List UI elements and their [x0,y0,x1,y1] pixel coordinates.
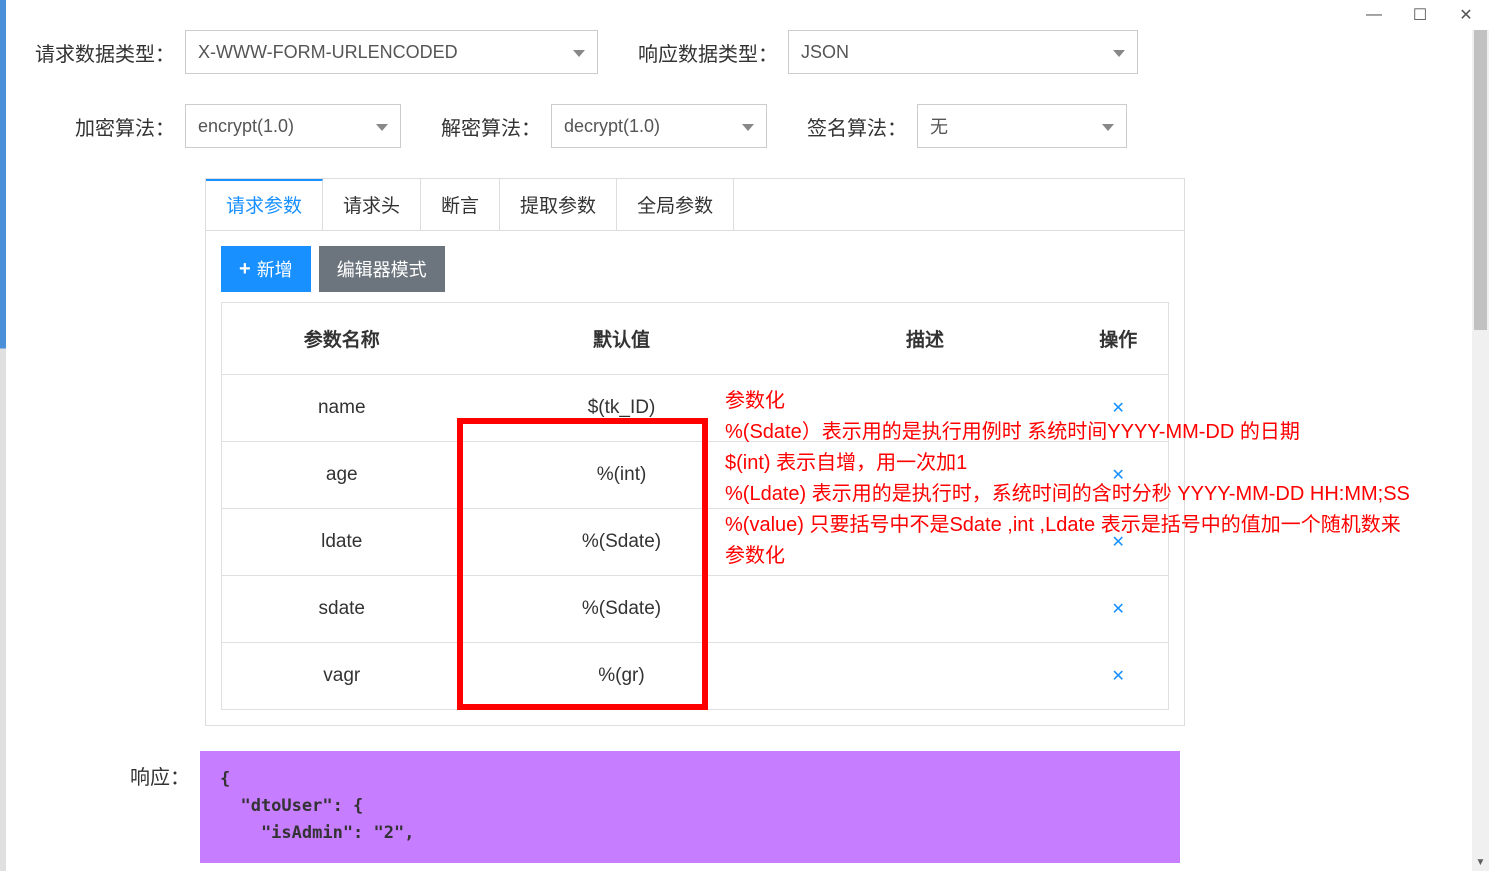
cell-default-value[interactable]: %(gr) [462,643,782,710]
maximize-icon: ☐ [1413,5,1427,25]
cell-default-value[interactable]: %(Sdate) [462,576,782,643]
tab-extract-params[interactable]: 提取参数 [500,179,617,230]
left-edge-decoration [0,0,6,871]
maximize-button[interactable]: ☐ [1397,0,1443,30]
editor-mode-button[interactable]: 编辑器模式 [319,246,445,292]
request-data-type-label: 请求数据类型： [35,38,175,67]
annotation-title: 参数化 [725,386,1415,417]
cell-action: ✕ [1069,643,1169,710]
cell-param-name[interactable]: sdate [222,576,462,643]
scrollbar-down-arrow-icon[interactable]: ▼ [1472,854,1489,871]
cell-param-name[interactable]: vagr [222,643,462,710]
response-data-type-select[interactable]: JSON [788,30,1138,74]
tab-request-headers[interactable]: 请求头 [323,179,421,230]
annotation-line-2: $(int) 表示自增，用一次加1 [725,448,1415,479]
minimize-icon: — [1366,6,1382,24]
sign-label: 签名算法： [807,112,907,141]
request-data-type-value: X-WWW-FORM-URLENCODED [198,42,458,63]
tabs-container: 请求参数 请求头 断言 提取参数 全局参数 [205,178,1185,230]
header-param-name: 参数名称 [222,303,462,375]
table-row: sdate%(Sdate) ✕ [222,576,1169,643]
table-row: vagr%(gr) ✕ [222,643,1169,710]
sign-value: 无 [930,113,948,139]
minimize-button[interactable]: — [1351,0,1397,30]
add-button-label: 新增 [257,256,293,282]
header-action: 操作 [1069,303,1169,375]
encrypt-value: encrypt(1.0) [198,116,294,137]
encrypt-label: 加密算法： [75,112,175,141]
add-button[interactable]: + 新增 [221,246,311,292]
window-titlebar: — ☐ ✕ [1351,0,1489,30]
editor-mode-label: 编辑器模式 [337,256,427,282]
annotation-line-1: %(Sdate）表示用的是执行用例时 系统时间YYYY-MM-DD 的日期 [725,417,1415,448]
close-button[interactable]: ✕ [1443,0,1489,30]
header-default-value: 默认值 [462,303,782,375]
cell-description[interactable] [782,643,1069,710]
response-data-type-label: 响应数据类型： [638,38,778,67]
decrypt-label: 解密算法： [441,112,541,141]
cell-param-name[interactable]: name [222,375,462,442]
decrypt-select[interactable]: decrypt(1.0) [551,104,767,148]
cell-description[interactable] [782,576,1069,643]
vertical-scrollbar[interactable]: ▲ ▼ [1472,30,1489,871]
encrypt-select[interactable]: encrypt(1.0) [185,104,401,148]
cell-param-name[interactable]: age [222,442,462,509]
scrollbar-thumb[interactable] [1474,30,1487,330]
response-body: { "dtoUser": { "isAdmin": "2", [200,751,1180,863]
tab-request-params[interactable]: 请求参数 [206,179,323,230]
cell-action: ✕ [1069,576,1169,643]
annotation-text: 参数化 %(Sdate）表示用的是执行用例时 系统时间YYYY-MM-DD 的日… [725,386,1415,572]
tab-assertions[interactable]: 断言 [421,179,500,230]
request-data-type-select[interactable]: X-WWW-FORM-URLENCODED [185,30,598,74]
sign-select[interactable]: 无 [917,104,1127,148]
cell-param-name[interactable]: ldate [222,509,462,576]
delete-row-icon[interactable]: ✕ [1112,668,1125,685]
header-description: 描述 [782,303,1069,375]
response-label: 响应： [130,751,190,863]
annotation-line-3: %(Ldate) 表示用的是执行时，系统时间的含时分秒 YYYY-MM-DD H… [725,479,1415,510]
delete-row-icon[interactable]: ✕ [1112,601,1125,618]
tab-global-params[interactable]: 全局参数 [617,179,734,230]
annotation-line-4: %(value) 只要括号中不是Sdate ,int ,Ldate 表示是括号中… [725,510,1415,572]
response-data-type-value: JSON [801,42,849,63]
decrypt-value: decrypt(1.0) [564,116,660,137]
plus-icon: + [239,258,251,281]
close-icon: ✕ [1459,5,1472,25]
